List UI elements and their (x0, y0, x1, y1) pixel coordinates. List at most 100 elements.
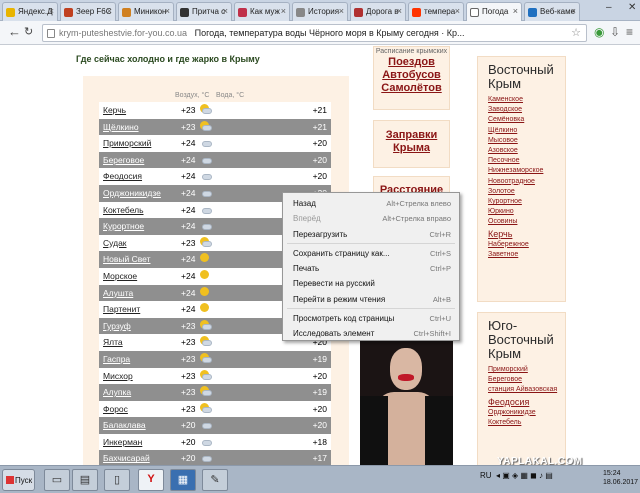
yandex-browser-icon[interactable]: Y (138, 469, 164, 491)
close-window-icon[interactable]: ✕ (628, 2, 636, 13)
folder-icon[interactable]: ▤ (72, 469, 98, 491)
tab-close-icon[interactable]: × (107, 6, 112, 16)
city-link[interactable]: Морское (103, 271, 137, 281)
menu-icon[interactable]: ≡ (626, 25, 633, 39)
city-link[interactable]: Форос (103, 404, 128, 414)
water-temp: +20 (312, 370, 327, 381)
air-temp: +24 (181, 221, 196, 232)
tab-7[interactable]: темпера × (408, 2, 464, 21)
place-link[interactable]: Нижнезаморское (488, 166, 565, 176)
place-link[interactable]: Щёлкино (488, 126, 565, 136)
menu-item[interactable]: Перезагрузить Ctrl+R (283, 227, 459, 242)
place-link[interactable]: Юркино (488, 207, 565, 217)
buses-link[interactable]: Автобусов (374, 69, 449, 82)
menu-item[interactable]: Назад Alt+Стрелка влево (283, 196, 459, 211)
city-link[interactable]: Приморский (103, 138, 151, 148)
city-link[interactable]: Курортное (103, 221, 144, 231)
city-link[interactable]: Ялта (103, 337, 123, 347)
menu-item[interactable]: Перевести на русский (283, 276, 459, 291)
tab-close-icon[interactable]: × (281, 6, 286, 16)
place-link[interactable]: Песочное (488, 156, 565, 166)
city-link[interactable]: Бахчисарай (103, 453, 150, 463)
city-link[interactable]: Керчь (103, 105, 126, 115)
city-link[interactable]: Партенит (103, 304, 140, 314)
tab-3[interactable]: Притча с × (176, 2, 232, 21)
city-link[interactable]: Мисхор (103, 371, 133, 381)
reload-icon[interactable]: ↻ (24, 25, 33, 38)
place-link[interactable]: Азовское (488, 146, 565, 156)
place-link[interactable]: Набережное (488, 240, 565, 250)
back-arrow-icon[interactable]: ← (8, 24, 21, 39)
fuel-link-2[interactable]: Крыма (374, 142, 449, 155)
planes-link[interactable]: Самолётов (374, 82, 449, 95)
city-link[interactable]: Судак (103, 238, 127, 248)
place-link[interactable]: Приморский (488, 365, 565, 375)
place-link-major[interactable]: Керчь (488, 228, 565, 240)
city-link[interactable]: Коктебель (103, 205, 144, 215)
tab-close-icon[interactable]: × (339, 6, 344, 16)
city-link[interactable]: Гаспра (103, 354, 130, 364)
tab-5[interactable]: История × (292, 2, 348, 21)
place-link[interactable]: Новоотрадное (488, 177, 565, 187)
document-icon[interactable]: ▯ (104, 469, 130, 491)
place-link-major[interactable]: Феодосия (488, 396, 565, 408)
tab-close-icon[interactable]: × (455, 6, 460, 16)
place-link[interactable]: Коктебель (488, 418, 565, 428)
menu-item[interactable]: Печать Ctrl+P (283, 261, 459, 276)
tab-1[interactable]: Зеер F6C × (60, 2, 116, 21)
explorer-icon[interactable]: ▭ (44, 469, 70, 491)
bookmark-star-icon[interactable]: ☆ (571, 26, 581, 39)
tab-close-icon[interactable]: × (223, 6, 228, 16)
city-link[interactable]: Алушта (103, 288, 133, 298)
tab-close-icon[interactable]: × (49, 6, 54, 16)
place-link[interactable]: Золотое (488, 187, 565, 197)
tab-4[interactable]: Как муж × (234, 2, 290, 21)
menu-item[interactable]: Сохранить страницу как... Ctrl+S (283, 246, 459, 261)
advertisement-image[interactable] (360, 336, 453, 465)
tab-2[interactable]: Миникон × (118, 2, 174, 21)
menu-item-label: Назад (293, 199, 316, 208)
clock[interactable]: 15:24 18.06.2017 (603, 469, 638, 487)
place-link[interactable]: Заветное (488, 250, 565, 260)
city-link[interactable]: Феодосия (103, 171, 142, 181)
fuel-link-1[interactable]: Заправки (374, 129, 449, 142)
place-link[interactable]: станция Айвазовская (488, 385, 565, 395)
tab-close-icon[interactable]: × (397, 6, 402, 16)
place-link[interactable]: Каменское (488, 95, 565, 105)
city-link[interactable]: Инкерман (103, 437, 142, 447)
tab-close-icon[interactable]: × (513, 6, 518, 16)
place-link[interactable]: Осовины (488, 217, 565, 227)
place-link[interactable]: Береговое (488, 375, 565, 385)
city-link[interactable]: Орджоникидзе (103, 188, 161, 198)
address-bar[interactable]: krym-puteshestvie.for-you.co.ua Погода, … (42, 24, 587, 42)
trains-link[interactable]: Поездов (374, 56, 449, 69)
city-link[interactable]: Щёлкино (103, 122, 139, 132)
city-link[interactable]: Береговое (103, 155, 144, 165)
language-indicator[interactable]: RU (480, 471, 492, 480)
start-button[interactable]: Пуск (2, 469, 35, 491)
minimize-icon[interactable]: – (606, 2, 612, 13)
place-link[interactable]: Орджоникидзе (488, 408, 565, 418)
tab-close-icon[interactable]: × (571, 6, 576, 16)
tray-icons[interactable]: ◂ ▣ ◈ ▦ ◼ ♪ ▤ (496, 471, 553, 480)
place-link[interactable]: Семёновка (488, 115, 565, 125)
menu-item[interactable]: Исследовать элемент Ctrl+Shift+I (283, 326, 459, 341)
city-link[interactable]: Балаклава (103, 420, 146, 430)
menu-item[interactable]: Перейти в режим чтения Alt+B (283, 292, 459, 307)
city-link[interactable]: Гурзуф (103, 321, 131, 331)
city-link[interactable]: Алупка (103, 387, 131, 397)
city-link[interactable]: Новый Свет (103, 254, 151, 264)
tab-6[interactable]: Дорога в × (350, 2, 406, 21)
place-link[interactable]: Заводское (488, 105, 565, 115)
place-link[interactable]: Мысовое (488, 136, 565, 146)
tab-0[interactable]: Яндекс.Д × (2, 2, 58, 21)
download-icon[interactable]: ⇩ (610, 25, 620, 39)
menu-item[interactable]: Просмотреть код страницы Ctrl+U (283, 311, 459, 326)
tab-9[interactable]: Веб-каме × (524, 2, 580, 21)
extension-icon[interactable]: ◉ (594, 25, 604, 39)
place-link[interactable]: Курортное (488, 197, 565, 207)
paint-icon[interactable]: ✎ (202, 469, 228, 491)
tab-close-icon[interactable]: × (165, 6, 170, 16)
tab-8[interactable]: Погода × (466, 2, 522, 21)
calendar-icon[interactable]: ▦ (170, 469, 196, 491)
